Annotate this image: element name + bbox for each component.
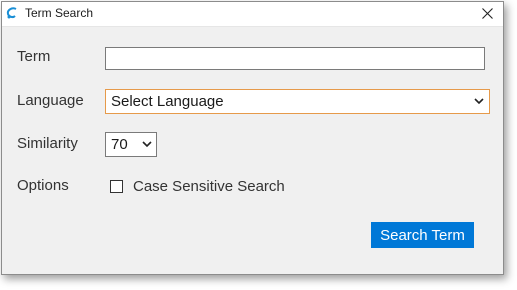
language-label: Language [17, 92, 84, 109]
term-search-dialog: Term Search Term Language Select Languag… [1, 1, 504, 275]
language-select-value: Select Language [111, 93, 224, 110]
term-label: Term [17, 48, 51, 65]
close-icon [482, 8, 493, 19]
window-title: Term Search [25, 6, 94, 20]
chevron-down-icon [142, 141, 152, 148]
similarity-select-value: 70 [111, 136, 128, 153]
options-label: Options [17, 177, 69, 194]
close-button[interactable] [477, 4, 499, 24]
language-select[interactable]: Select Language [105, 89, 490, 114]
app-logo-icon [5, 6, 19, 20]
case-sensitive-label[interactable]: Case Sensitive Search [133, 178, 285, 195]
similarity-select[interactable]: 70 [105, 132, 157, 157]
chevron-down-icon [474, 98, 484, 105]
search-term-button[interactable]: Search Term [371, 222, 474, 248]
similarity-label: Similarity [17, 135, 78, 152]
title-bar: Term Search [2, 2, 503, 27]
case-sensitive-checkbox[interactable] [110, 180, 123, 193]
term-input[interactable] [105, 47, 485, 70]
